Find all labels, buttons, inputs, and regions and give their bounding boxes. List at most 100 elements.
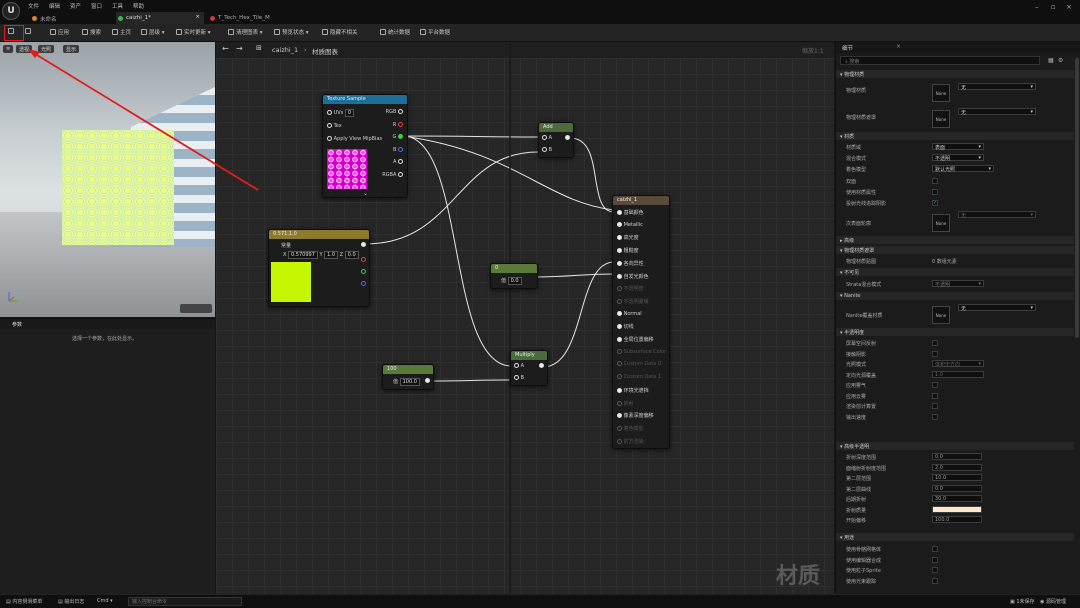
material-pin[interactable]: 各向异性 <box>617 260 644 267</box>
material-pin[interactable]: Normal <box>617 310 642 317</box>
phys-material-thumb[interactable]: None <box>932 84 950 102</box>
shading-dropdown[interactable]: 默认光照 ▾ <box>932 165 994 173</box>
lighting-mode-dropdown[interactable]: 体积无方向 ▾ <box>932 360 984 368</box>
material-pin[interactable]: 基础颜色 <box>617 209 644 216</box>
material-pin[interactable]: Metallic <box>617 221 643 228</box>
source-control-button[interactable]: ◉ 源码管理 <box>1040 598 1066 605</box>
domain-dropdown[interactable]: 表面 ▾ <box>932 143 984 151</box>
nanite-thumb[interactable]: None <box>932 306 950 324</box>
use-mat-attr-checkbox[interactable] <box>932 189 938 195</box>
directional-override-field[interactable]: 1.0 <box>932 370 984 378</box>
unsaved-indicator[interactable]: ▣ 1未保存 <box>1010 598 1035 605</box>
pin-r[interactable]: R <box>393 122 403 128</box>
details-search-input[interactable]: ⌕ 搜索 <box>840 56 1040 65</box>
constant3-node[interactable]: 0.571,1,0 常量 X 0.570997 Y 1.0 Z 0.0 <box>268 229 370 307</box>
content-drawer-button[interactable]: ▤ 内容侧滑菜单 <box>6 598 42 605</box>
constant-zero-node[interactable]: 0 值 0.0 <box>490 263 538 289</box>
usage-checkbox[interactable] <box>932 567 938 573</box>
refraction-value-field[interactable]: 0.0 <box>932 484 982 492</box>
window-close-icon[interactable]: × <box>1066 3 1072 11</box>
material-pin[interactable]: Custom Data 0 <box>617 361 661 367</box>
material-pin[interactable]: 粗糙度 <box>617 247 639 254</box>
pin-a[interactable]: A <box>514 363 524 369</box>
phys-mask-dropdown[interactable]: 无 ▾ <box>958 108 1036 116</box>
pin-mipbias[interactable]: Apply View MipBias <box>327 136 382 142</box>
material-pin[interactable]: 不透明度 <box>617 285 644 292</box>
phys-mask-thumb[interactable]: None <box>932 110 950 128</box>
material-result-node[interactable]: caizhi_1 基础颜色 Metallic 高光度 粗糙度 各向异性 自发光颜… <box>612 195 670 449</box>
usage-checkbox[interactable] <box>932 577 938 584</box>
translucency-checkbox[interactable] <box>932 382 938 388</box>
output-log-button[interactable]: ▤ 输出日志 <box>58 598 84 605</box>
subsurface-thumb[interactable]: None <box>932 214 950 232</box>
pin-b[interactable]: B <box>514 375 524 381</box>
pin-rgb[interactable]: RGB <box>386 109 403 115</box>
phys-material-dropdown[interactable]: 无 ▾ <box>958 83 1036 91</box>
pin-out[interactable] <box>565 135 570 141</box>
material-pin[interactable]: 切线 <box>617 323 634 330</box>
platform-stats-button[interactable]: 平台数据 <box>420 28 450 36</box>
pin-a[interactable]: A <box>542 135 552 141</box>
pin-out[interactable] <box>425 378 430 384</box>
refraction-value-field[interactable]: 10.0 <box>932 474 982 481</box>
viewport-shape-buttons[interactable] <box>180 304 212 313</box>
translucency-checkbox[interactable] <box>932 350 938 357</box>
pin-tex[interactable]: Tex <box>327 123 342 129</box>
nanite-dropdown[interactable]: 无 ▾ <box>958 304 1036 312</box>
pin-r[interactable] <box>361 257 366 263</box>
pin-a[interactable]: A <box>393 159 403 165</box>
two-sided-checkbox[interactable] <box>932 178 938 184</box>
usage-checkbox[interactable] <box>932 556 938 563</box>
strata-dropdown[interactable]: 不透明 ▾ <box>932 280 984 288</box>
multiply-node[interactable]: Multiply A B <box>510 350 548 386</box>
section-translucency[interactable]: ▾ 半透明度 <box>836 328 1074 336</box>
refraction-value-field[interactable]: 2.0 <box>932 463 982 471</box>
pin-out[interactable] <box>539 363 544 369</box>
refraction-value-field[interactable]: 30.0 <box>932 495 982 502</box>
expand-chevron-icon[interactable]: ⌄ <box>363 190 368 197</box>
material-pin[interactable]: 环境光遮挡 <box>617 387 649 394</box>
material-pin[interactable]: 全局位置偏移 <box>617 336 654 343</box>
material-pin[interactable]: 像素深度偏移 <box>617 412 654 419</box>
translucency-checkbox[interactable] <box>932 392 938 399</box>
pin-out[interactable] <box>361 242 366 248</box>
usage-checkbox[interactable] <box>932 546 938 552</box>
minimize-icon[interactable]: – <box>1035 3 1039 11</box>
parameters-tab[interactable]: 参数 <box>12 321 22 328</box>
console-input[interactable] <box>128 597 242 606</box>
material-pin[interactable]: 高光度 <box>617 234 639 241</box>
const-value[interactable]: 值 100.0 <box>393 378 420 386</box>
pin-b[interactable]: B <box>542 147 552 153</box>
material-pin[interactable]: 不透明蒙版 <box>617 298 649 305</box>
preview-state-button[interactable]: 预览状态 ▾ <box>274 28 309 36</box>
pin-uvs[interactable]: UVs 0 <box>327 109 355 117</box>
maximize-icon[interactable]: ▫ <box>1051 3 1056 11</box>
section-phys-material[interactable]: ▾ 物理材质 <box>836 70 1074 78</box>
section-advanced[interactable]: ▸ 高级 <box>836 236 1074 244</box>
material-pin[interactable]: Custom Data 1 <box>617 374 661 380</box>
cast-ray-checkbox[interactable]: ✓ <box>932 200 938 206</box>
translucency-checkbox[interactable] <box>932 403 938 409</box>
pin-b[interactable] <box>361 281 366 287</box>
subsurface-dropdown[interactable]: 无 ▾ <box>958 211 1036 219</box>
details-scrollbar[interactable] <box>1075 58 1079 338</box>
pin-g[interactable]: G <box>393 134 403 140</box>
material-graph[interactable]: ← → ⊞ caizhi_1 › 材质图表 缩放1:1 Texture Samp… <box>216 42 834 594</box>
material-pin[interactable]: 折射 <box>617 400 634 407</box>
constant-100-node[interactable]: 100 值 100.0 <box>382 364 434 390</box>
hide-unrelated-button[interactable]: 隐藏不相关 <box>322 28 358 36</box>
gear-icon[interactable]: ⚙ <box>1058 57 1063 64</box>
grid-view-icon[interactable]: ▦ <box>1048 57 1054 64</box>
add-node[interactable]: Add A B <box>538 122 574 158</box>
const-value[interactable]: 值 0.0 <box>501 277 522 285</box>
section-material[interactable]: ▾ 材质 <box>836 132 1074 140</box>
refraction-value-field[interactable]: 0.0 <box>932 453 982 460</box>
pin-b[interactable]: B <box>393 147 403 153</box>
refraction-color-swatch[interactable] <box>932 505 982 513</box>
texture-sample-node[interactable]: Texture Sample UVs 0 Tex Apply View MipB… <box>322 94 408 198</box>
material-pin[interactable]: 前方渲染 <box>617 438 644 445</box>
material-pin[interactable]: Subsurface Color <box>617 348 666 355</box>
refraction-value-field[interactable]: 100.0 <box>932 516 982 523</box>
material-pin[interactable]: 自发光颜色 <box>617 273 649 280</box>
close-icon[interactable]: × <box>896 43 901 50</box>
